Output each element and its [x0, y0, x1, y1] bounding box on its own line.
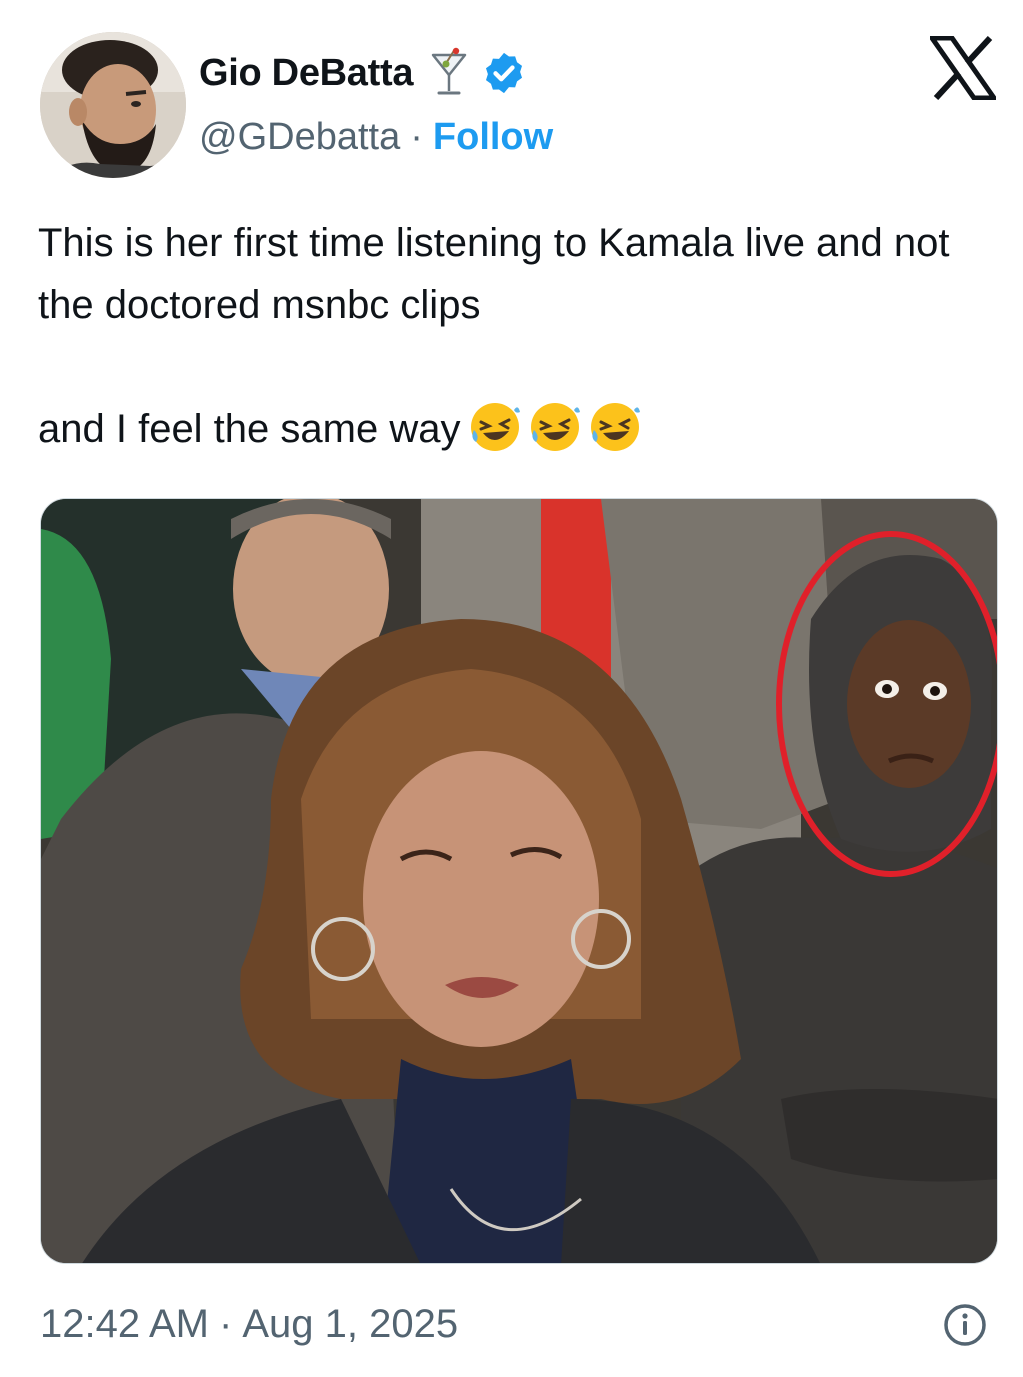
martini-glass-icon [429, 47, 469, 99]
x-logo-icon[interactable] [927, 35, 999, 101]
author-name-row: Gio DeBatta [199, 47, 527, 99]
timestamp-separator: · [219, 1301, 233, 1346]
tweet-time: 12:42 AM [40, 1301, 210, 1346]
rolling-laughing-emoji-icon [528, 400, 582, 454]
tweet-media-photo[interactable] [40, 498, 998, 1264]
info-icon[interactable] [942, 1302, 988, 1348]
rolling-laughing-emoji-icon [468, 400, 522, 454]
tweet-text: This is her first time listening to Kama… [38, 212, 998, 460]
author-handle[interactable]: @GDebatta [199, 116, 400, 159]
author-handle-row: @GDebatta · Follow [199, 112, 553, 162]
tweet-date: Aug 1, 2025 [242, 1301, 459, 1346]
rolling-laughing-emoji-icon [588, 400, 642, 454]
tweet-text-line-2: and I feel the same way [38, 398, 998, 460]
follow-button[interactable]: Follow [433, 116, 553, 159]
author-display-name[interactable]: Gio DeBatta [199, 52, 413, 95]
tweet-text-line-1: This is her first time listening to Kama… [38, 221, 950, 327]
emoji-row [468, 400, 648, 454]
tweet-text-line-2-text: and I feel the same way [38, 407, 461, 451]
tweet-timestamp[interactable]: 12:42 AM · Aug 1, 2025 [40, 1296, 458, 1352]
handle-separator: · [410, 115, 423, 158]
verified-badge-icon [481, 50, 527, 96]
author-avatar[interactable] [40, 32, 186, 178]
tweet-card: Gio DeBatta @GDebatta · Follow This is h… [0, 0, 1023, 1377]
